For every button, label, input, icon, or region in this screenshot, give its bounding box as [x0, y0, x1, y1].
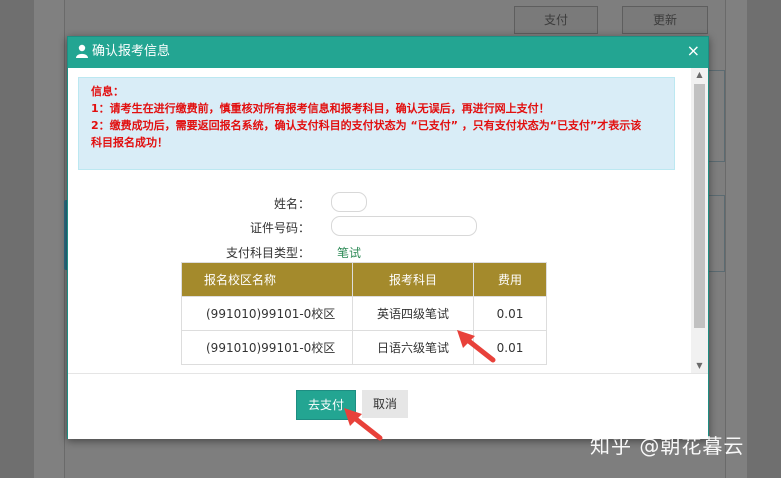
- cell-campus: (991010)99101-0校区: [181, 330, 353, 365]
- user-icon: [76, 44, 88, 58]
- name-value-redacted: [331, 192, 367, 212]
- watermark: 知乎 @朝花暮云: [590, 434, 745, 458]
- close-icon[interactable]: ×: [687, 42, 700, 60]
- notice-line-1: 1：请考生在进行缴费前，慎重核对所有报考信息和报考科目，确认无误后，再进行网上支…: [91, 102, 550, 115]
- scroll-down-icon[interactable]: ▼: [691, 359, 708, 373]
- subject-type-label: 支付科目类型：: [225, 246, 310, 260]
- subject-type-value: 笔试: [337, 246, 362, 260]
- dialog-title: 确认报考信息: [92, 44, 171, 59]
- background-refresh-button: 更新: [622, 6, 708, 34]
- column-header-subject: 报考科目: [352, 262, 474, 297]
- dialog-header: 确认报考信息 ×: [68, 37, 708, 68]
- scroll-up-icon[interactable]: ▲: [691, 68, 708, 82]
- notice-box: 信息： 1：请考生在进行缴费前，慎重核对所有报考信息和报考科目，确认无误后，再进…: [78, 77, 675, 170]
- id-value-redacted: [331, 216, 477, 236]
- column-header-campus: 报名校区名称: [181, 262, 353, 297]
- confirm-dialog: 确认报考信息 × 信息： 1：请考生在进行缴费前，慎重核对所有报考信息和报考科目…: [67, 36, 709, 439]
- dialog-scrollbar[interactable]: ▲ ▼: [691, 68, 708, 373]
- scroll-thumb[interactable]: [694, 84, 705, 328]
- name-label: 姓名：: [273, 197, 310, 211]
- id-label: 证件号码：: [249, 221, 310, 235]
- annotation-arrow-icon: [457, 330, 496, 363]
- annotation-arrow-icon: [344, 408, 383, 441]
- background-pay-button: 支付: [514, 6, 598, 34]
- table-header-row: 报名校区名称 报考科目 费用: [181, 262, 547, 297]
- notice-heading: 信息：: [91, 85, 124, 98]
- dialog-body: 信息： 1：请考生在进行缴费前，慎重核对所有报考信息和报考科目，确认无误后，再进…: [68, 68, 691, 373]
- cell-campus: (991010)99101-0校区: [181, 296, 353, 331]
- column-header-fee: 费用: [473, 262, 547, 297]
- notice-line-2: 2：缴费成功后，需要返回报名系统，确认支付科目的支付状态为 “已支付” ，只有支…: [91, 119, 642, 149]
